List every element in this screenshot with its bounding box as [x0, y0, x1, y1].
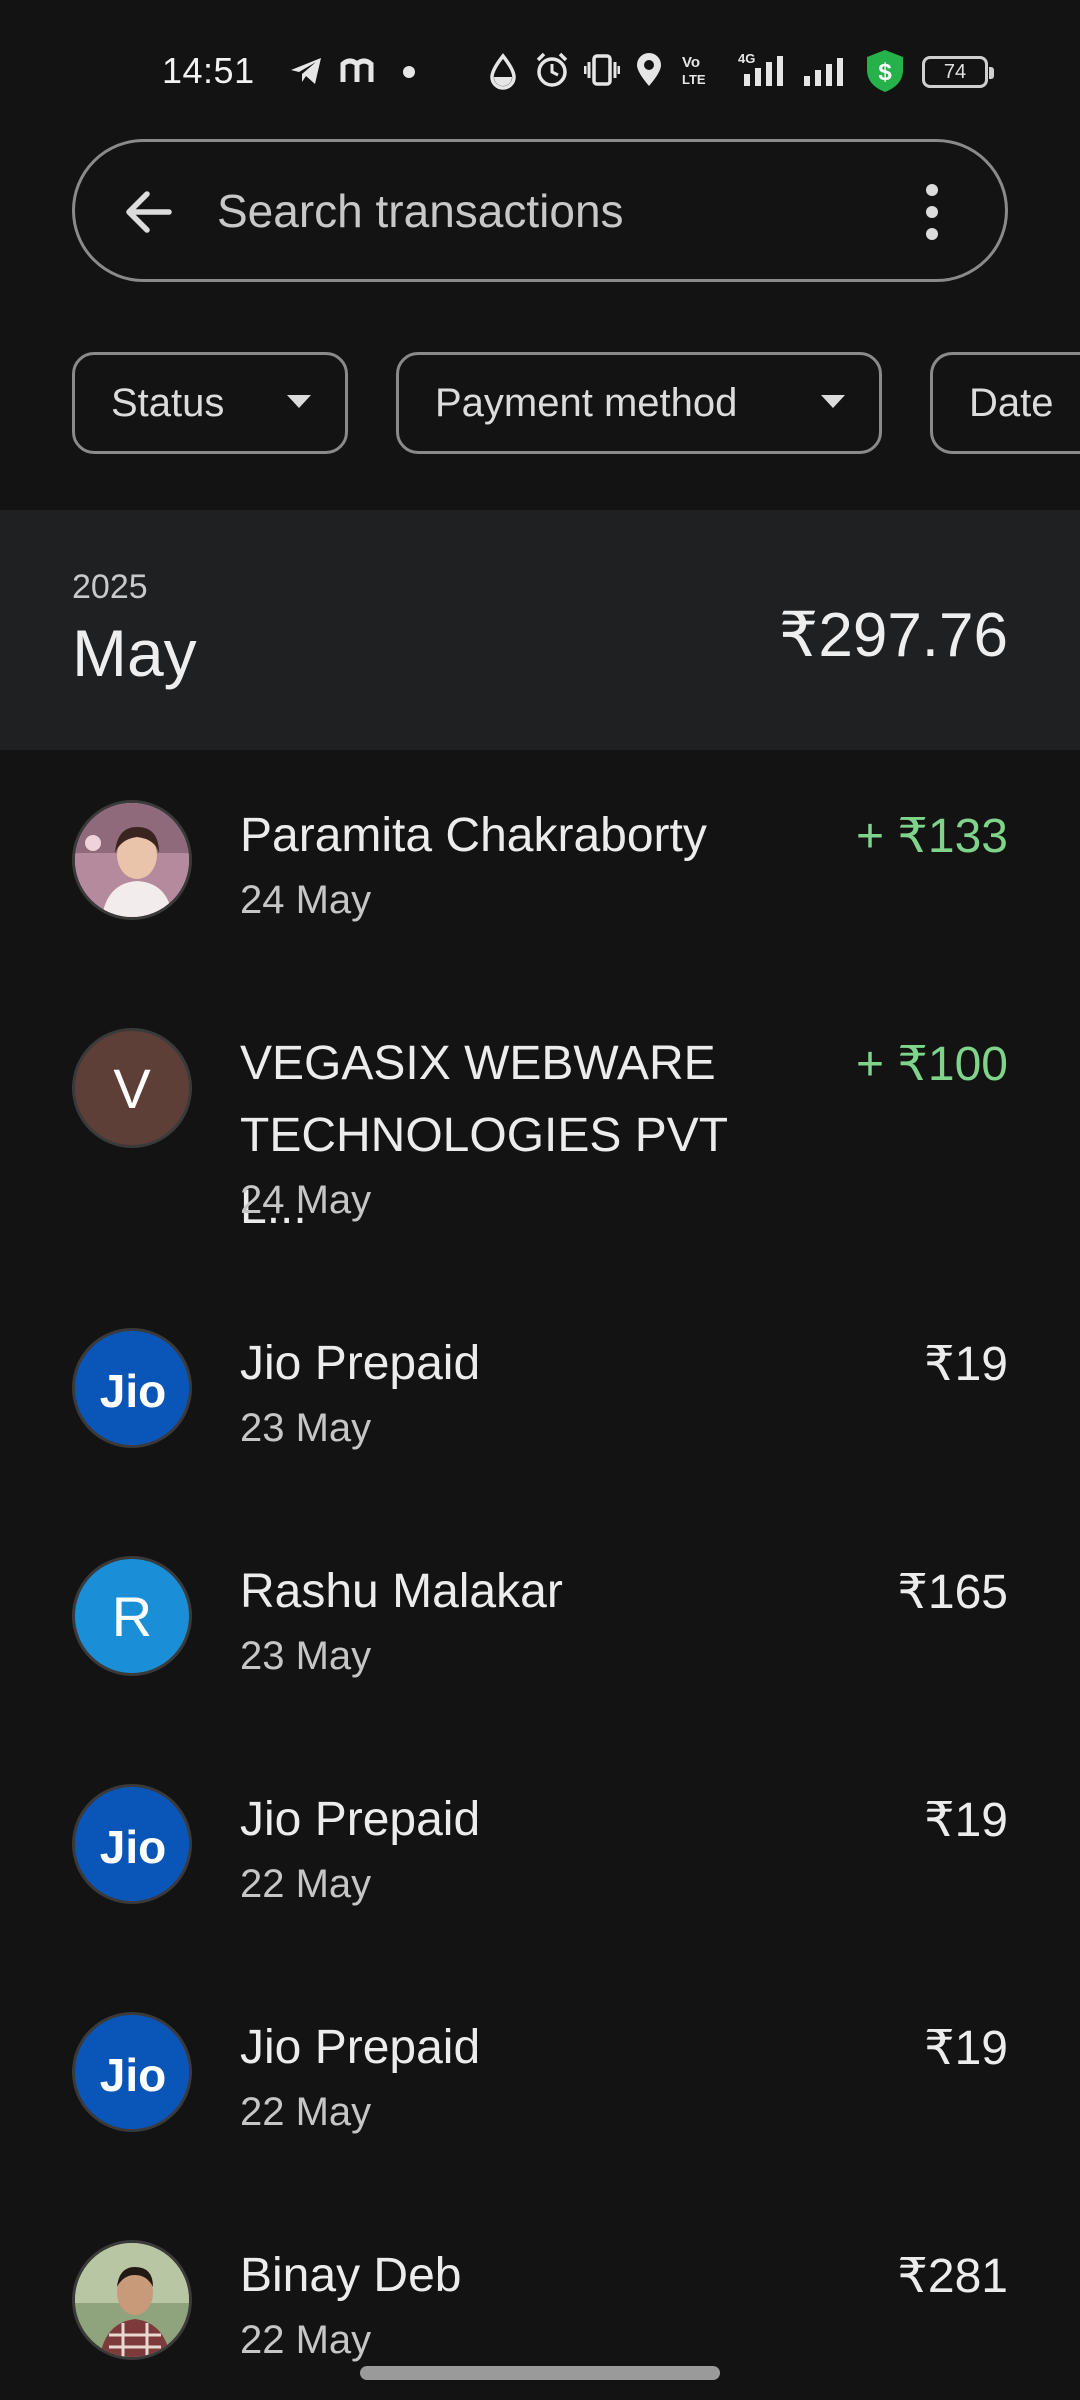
avatar: Jio	[72, 1328, 192, 1448]
back-arrow-icon[interactable]	[119, 182, 179, 242]
transaction-name: Paramita Chakraborty	[240, 809, 707, 862]
more-options-icon[interactable]	[917, 180, 947, 244]
m-app-icon	[340, 58, 374, 82]
battery-icon: 74	[922, 56, 994, 88]
avatar: Jio	[72, 1784, 192, 1904]
volte-icon: Vo LTE	[682, 54, 706, 87]
signal-icon	[804, 58, 843, 86]
transaction-name: Jio Prepaid	[240, 1337, 481, 1390]
transaction-amount: ₹19	[924, 2022, 1008, 2075]
jio-logo-icon: Jio	[75, 2015, 189, 2129]
jio-logo-icon: Jio	[75, 1787, 189, 1901]
transaction-date: 24 May	[240, 1178, 372, 1222]
group-year: 2025	[72, 568, 148, 606]
search-bar	[72, 139, 1008, 282]
status-bar: 14:51 Vo LTE 4G $ 74	[0, 0, 1080, 140]
home-indicator[interactable]	[360, 2366, 720, 2380]
transaction-amount: ₹19	[924, 1338, 1008, 1391]
jio-logo-text: Jio	[100, 2049, 166, 2101]
filter-status-label: Status	[111, 380, 225, 425]
transaction-name: Rashu Malakar	[240, 1565, 563, 1618]
transaction-date: 23 May	[240, 1406, 372, 1450]
transaction-name: Jio Prepaid	[240, 1793, 481, 1846]
transaction-amount: ₹19	[924, 1794, 1008, 1847]
drop-icon	[490, 53, 516, 90]
svg-text:4G: 4G	[738, 51, 755, 66]
chevron-down-icon	[287, 395, 311, 408]
transaction-name: Jio Prepaid	[240, 2021, 481, 2074]
svg-text:$: $	[878, 59, 892, 86]
transaction-row[interactable]: V VEGASIX WEBWARE TECHNOLOGIES PVT L... …	[0, 1008, 1080, 1238]
transaction-date: 22 May	[240, 2318, 372, 2362]
avatar-photo-icon	[75, 2243, 189, 2357]
transaction-row[interactable]: Jio Jio Prepaid 23 May ₹19	[0, 1308, 1080, 1508]
transaction-date: 22 May	[240, 1862, 372, 1906]
group-month: May	[72, 616, 197, 690]
month-group-header: 2025 May ₹297.76	[0, 510, 1080, 750]
4g-signal-icon: 4G	[738, 51, 783, 86]
location-icon	[637, 53, 661, 86]
avatar	[72, 800, 192, 920]
avatar: R	[72, 1556, 192, 1676]
avatar-photo-icon	[75, 803, 189, 917]
shield-dollar-icon: $	[867, 50, 903, 92]
filter-payment-method-chip[interactable]: Payment method	[396, 352, 882, 454]
avatar: V	[72, 1028, 192, 1148]
filter-date-chip[interactable]: Date	[930, 352, 1080, 454]
transaction-date: 22 May	[240, 2090, 372, 2134]
transaction-row[interactable]: Jio Jio Prepaid 22 May ₹19	[0, 1992, 1080, 2192]
svg-text:Vo: Vo	[682, 54, 700, 71]
avatar	[72, 2240, 192, 2360]
jio-logo-icon: Jio	[75, 1331, 189, 1445]
dot-icon	[403, 66, 415, 78]
transaction-amount: ₹281	[897, 2250, 1008, 2303]
avatar: Jio	[72, 2012, 192, 2132]
transaction-date: 23 May	[240, 1634, 372, 1678]
transaction-row[interactable]: R Rashu Malakar 23 May ₹165	[0, 1536, 1080, 1736]
alarm-icon	[536, 52, 568, 87]
telegram-icon	[291, 58, 321, 84]
filter-date-label: Date	[969, 380, 1054, 425]
transaction-name: Binay Deb	[240, 2249, 462, 2302]
transaction-row[interactable]: Jio Jio Prepaid 22 May ₹19	[0, 1764, 1080, 1964]
jio-logo-text: Jio	[100, 1821, 166, 1873]
svg-text:LTE: LTE	[682, 72, 706, 87]
transaction-row[interactable]: Paramita Chakraborty 24 May + ₹133	[0, 780, 1080, 980]
chevron-down-icon	[821, 395, 845, 408]
group-total-amount: ₹297.76	[778, 601, 1008, 670]
vibrate-icon	[584, 54, 620, 86]
status-time: 14:51	[162, 50, 255, 91]
transaction-date: 24 May	[240, 878, 372, 922]
search-input[interactable]	[217, 178, 857, 244]
transaction-amount: + ₹133	[856, 810, 1008, 863]
transaction-amount: ₹165	[897, 1566, 1008, 1619]
transaction-amount: + ₹100	[856, 1038, 1008, 1091]
filter-payment-method-label: Payment method	[435, 380, 738, 425]
filter-status-chip[interactable]: Status	[72, 352, 348, 454]
jio-logo-text: Jio	[100, 1365, 166, 1417]
